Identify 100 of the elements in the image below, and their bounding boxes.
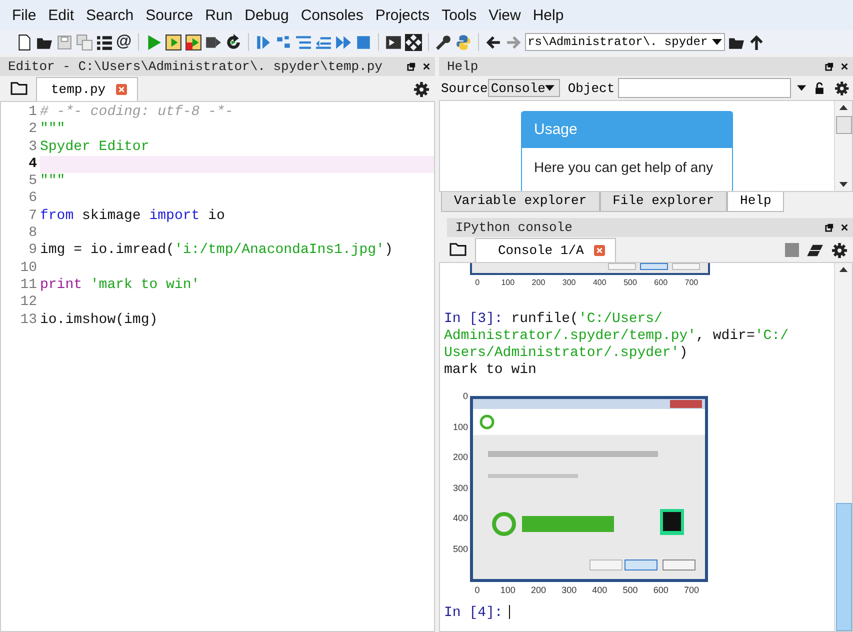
undock-icon[interactable] bbox=[407, 62, 416, 71]
tick-label: 300 bbox=[560, 585, 578, 595]
lock-icon[interactable] bbox=[814, 80, 826, 96]
tick-label: 500 bbox=[452, 544, 468, 556]
at-sign-icon[interactable]: @ bbox=[116, 33, 132, 51]
code-text: Spyder Editor bbox=[40, 138, 150, 156]
step-into-icon[interactable] bbox=[294, 34, 312, 50]
tick-label: 100 bbox=[452, 422, 468, 434]
run-cell-advance-icon[interactable] bbox=[184, 34, 202, 50]
source-label: Source bbox=[441, 80, 488, 96]
tick-label: 0 bbox=[462, 391, 468, 403]
rerun-icon[interactable] bbox=[224, 34, 242, 50]
tick-label: 100 bbox=[499, 585, 516, 595]
run-cell-icon[interactable] bbox=[164, 34, 182, 50]
menu-item[interactable]: Source bbox=[140, 6, 200, 24]
menu-item[interactable]: Search bbox=[80, 6, 140, 24]
tick-label: 600 bbox=[652, 585, 670, 595]
menu-item[interactable]: View bbox=[482, 6, 527, 24]
console-input-text: In [3]: runfile('C:/Users/ bbox=[444, 311, 664, 328]
tick-label: 600 bbox=[653, 278, 669, 287]
pane-title: Editor - C:\Users\Administrator\. spyder\temp.py bbox=[8, 59, 382, 74]
console-tab[interactable]: Console 1/A bbox=[475, 238, 616, 262]
python-icon[interactable] bbox=[454, 34, 472, 50]
tick-label: 200 bbox=[452, 452, 468, 464]
stop-icon[interactable] bbox=[354, 34, 372, 50]
tick-label: 200 bbox=[530, 585, 547, 595]
working-directory-field[interactable]: rs\Administrator\. spyder bbox=[524, 33, 725, 51]
card-title: Usage bbox=[522, 112, 732, 148]
tick-label: 0 bbox=[474, 278, 481, 287]
close-icon[interactable] bbox=[840, 223, 849, 232]
scroll-thumb[interactable] bbox=[836, 503, 852, 631]
tick-label: 300 bbox=[452, 482, 468, 495]
object-label: Object bbox=[568, 80, 615, 96]
menu-item[interactable]: Projects bbox=[369, 6, 436, 24]
continue-icon[interactable] bbox=[334, 34, 352, 50]
menu-item[interactable]: File bbox=[6, 6, 42, 24]
console-prompt: In [4]: bbox=[444, 605, 834, 622]
fullscreen-icon[interactable] bbox=[404, 34, 422, 50]
tick-label: 400 bbox=[591, 585, 608, 595]
menu-item[interactable]: Run bbox=[199, 6, 239, 24]
code-text: from skimage import io bbox=[40, 208, 225, 226]
code-text: """ bbox=[40, 121, 66, 139]
console-input-text: Users/Administrator/.spyder') bbox=[444, 345, 689, 362]
tick-label: 400 bbox=[452, 513, 468, 526]
tick-label: 700 bbox=[684, 278, 700, 287]
maximize-pane-icon[interactable] bbox=[384, 34, 402, 50]
dropdown-arrow-icon[interactable] bbox=[545, 85, 555, 91]
new-file-icon[interactable] bbox=[16, 34, 33, 50]
pane-title: Help bbox=[447, 59, 478, 74]
settings-icon[interactable] bbox=[832, 243, 847, 258]
dropdown-arrow-icon[interactable] bbox=[797, 85, 806, 91]
menu-item[interactable]: Debug bbox=[238, 6, 295, 24]
source-dropdown[interactable]: Console bbox=[488, 79, 560, 97]
undock-icon[interactable] bbox=[825, 223, 834, 232]
close-icon[interactable] bbox=[422, 62, 431, 71]
code-text: img = io.imread('i:/tmp/AnacondaIns1.jpg') bbox=[40, 242, 393, 260]
undock-icon[interactable] bbox=[825, 62, 834, 71]
step-icon[interactable] bbox=[274, 34, 292, 50]
line-number: 4 bbox=[1, 156, 40, 174]
back-arrow-icon[interactable] bbox=[484, 34, 502, 50]
tick-label: 500 bbox=[622, 585, 639, 595]
tick-label: 400 bbox=[592, 278, 608, 287]
menu-item[interactable]: Edit bbox=[42, 6, 80, 24]
close-icon[interactable] bbox=[840, 62, 849, 71]
code-text: """ bbox=[40, 173, 66, 190]
scroll-thumb[interactable] bbox=[836, 116, 852, 134]
tick-label: 100 bbox=[500, 278, 516, 287]
debug-icon[interactable] bbox=[254, 34, 272, 50]
wrench-icon[interactable] bbox=[434, 34, 452, 50]
tick-label: 0 bbox=[474, 585, 481, 595]
eraser-icon[interactable] bbox=[807, 244, 824, 257]
file-tab[interactable]: temp.py bbox=[36, 77, 138, 101]
code-text: # -*- coding: utf-8 -*- bbox=[40, 104, 234, 122]
code-text: print 'mark to win' bbox=[40, 276, 200, 294]
card-text: Here you can get help of any bbox=[534, 158, 714, 177]
console-output: mark to win bbox=[444, 362, 538, 379]
pane-tab[interactable]: Help bbox=[727, 192, 784, 212]
scroll-down-icon[interactable] bbox=[839, 182, 848, 187]
menu-item[interactable]: Tools bbox=[436, 6, 483, 24]
scrollbar[interactable] bbox=[834, 101, 852, 191]
scrollbar[interactable] bbox=[834, 263, 852, 631]
menu-item[interactable]: Consoles bbox=[294, 6, 370, 24]
up-arrow-icon[interactable] bbox=[748, 34, 765, 50]
tick-label: 300 bbox=[561, 278, 577, 287]
pane-tab[interactable]: File explorer bbox=[600, 192, 728, 212]
settings-icon[interactable] bbox=[414, 82, 429, 97]
settings-icon[interactable] bbox=[835, 80, 849, 96]
code-text: io.imshow(img) bbox=[40, 312, 158, 329]
scroll-up-icon[interactable] bbox=[839, 105, 848, 110]
pane-title: IPython console bbox=[455, 220, 572, 235]
menu-item[interactable]: Help bbox=[526, 6, 570, 24]
scroll-up-icon[interactable] bbox=[839, 267, 848, 272]
tick-label: 200 bbox=[530, 278, 546, 287]
dropdown-arrow-icon[interactable] bbox=[712, 39, 722, 45]
object-field[interactable] bbox=[618, 78, 792, 98]
folder-icon[interactable] bbox=[10, 81, 28, 96]
console-input-text: Administrator/.spyder/temp.py', wdir='C:/ bbox=[444, 328, 790, 345]
list-icon[interactable] bbox=[96, 34, 113, 50]
pane-tab[interactable]: Variable explorer bbox=[441, 192, 600, 212]
folder-icon[interactable] bbox=[449, 242, 467, 257]
